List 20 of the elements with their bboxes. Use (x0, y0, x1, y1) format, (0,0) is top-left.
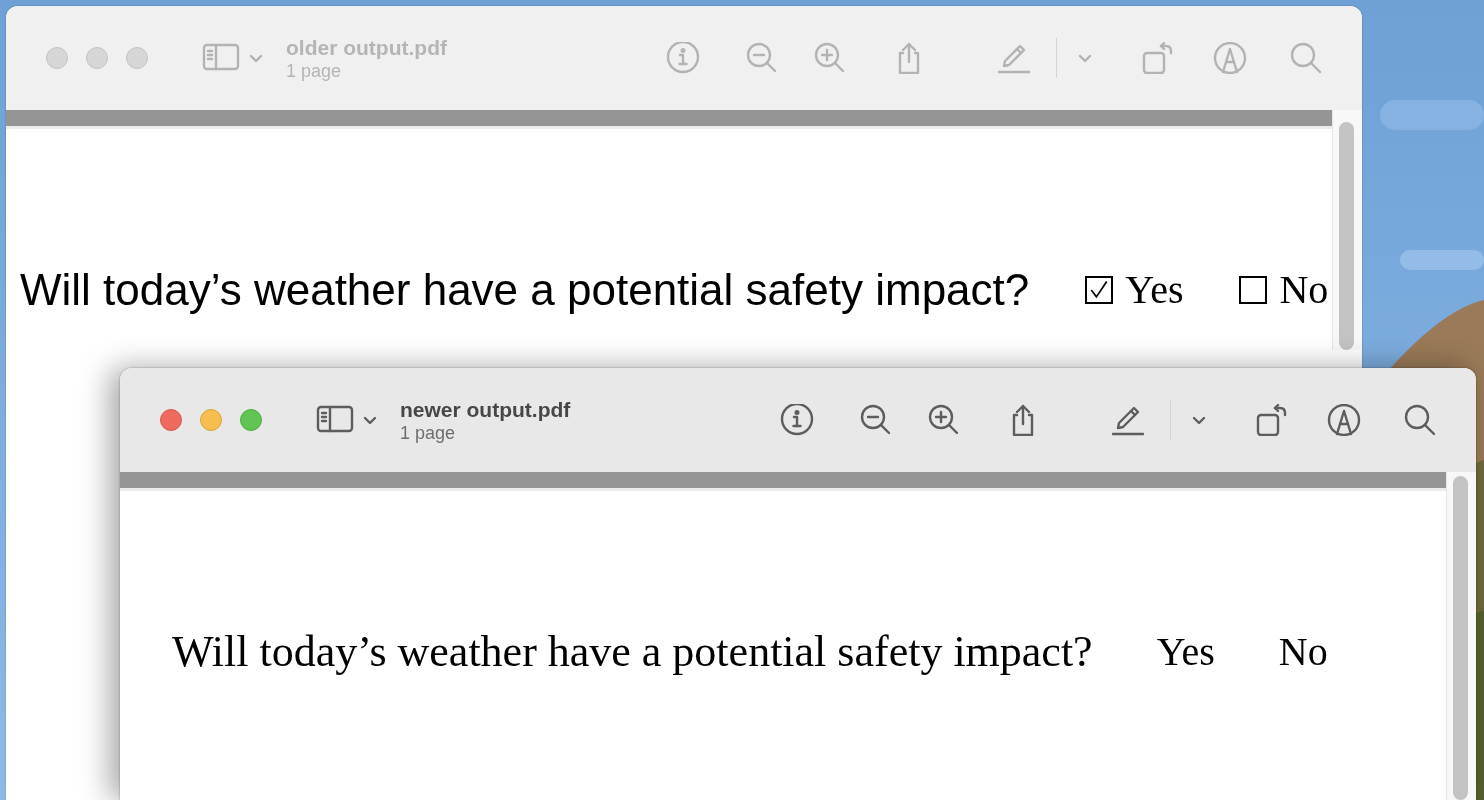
page-count: 1 page (286, 59, 343, 82)
option-label: No (1278, 629, 1328, 675)
close-button[interactable] (160, 409, 182, 431)
zoom-button[interactable] (240, 409, 262, 431)
window-title: newer output.pdf (400, 396, 571, 422)
option-label: Yes (1125, 267, 1184, 313)
scroll-thumb[interactable] (1339, 122, 1354, 350)
minimize-button[interactable] (200, 409, 222, 431)
question-text: Will today’s weather have a potential safety impact? (20, 267, 1030, 313)
pencil-icon[interactable] (1110, 404, 1146, 436)
checkbox[interactable] (1239, 276, 1268, 304)
checkbox[interactable] (1085, 276, 1114, 304)
window-title: older output.pdf (286, 34, 447, 60)
option-label: Yes (1156, 629, 1215, 675)
markup-icon[interactable] (1326, 404, 1362, 436)
info-icon[interactable] (779, 404, 815, 436)
option-label: No (1279, 267, 1329, 313)
scroll-thumb[interactable] (1453, 476, 1468, 800)
question-text: Will today’s weather have a potential safety impact? (172, 629, 1093, 675)
page-count: 1 page (400, 421, 457, 444)
